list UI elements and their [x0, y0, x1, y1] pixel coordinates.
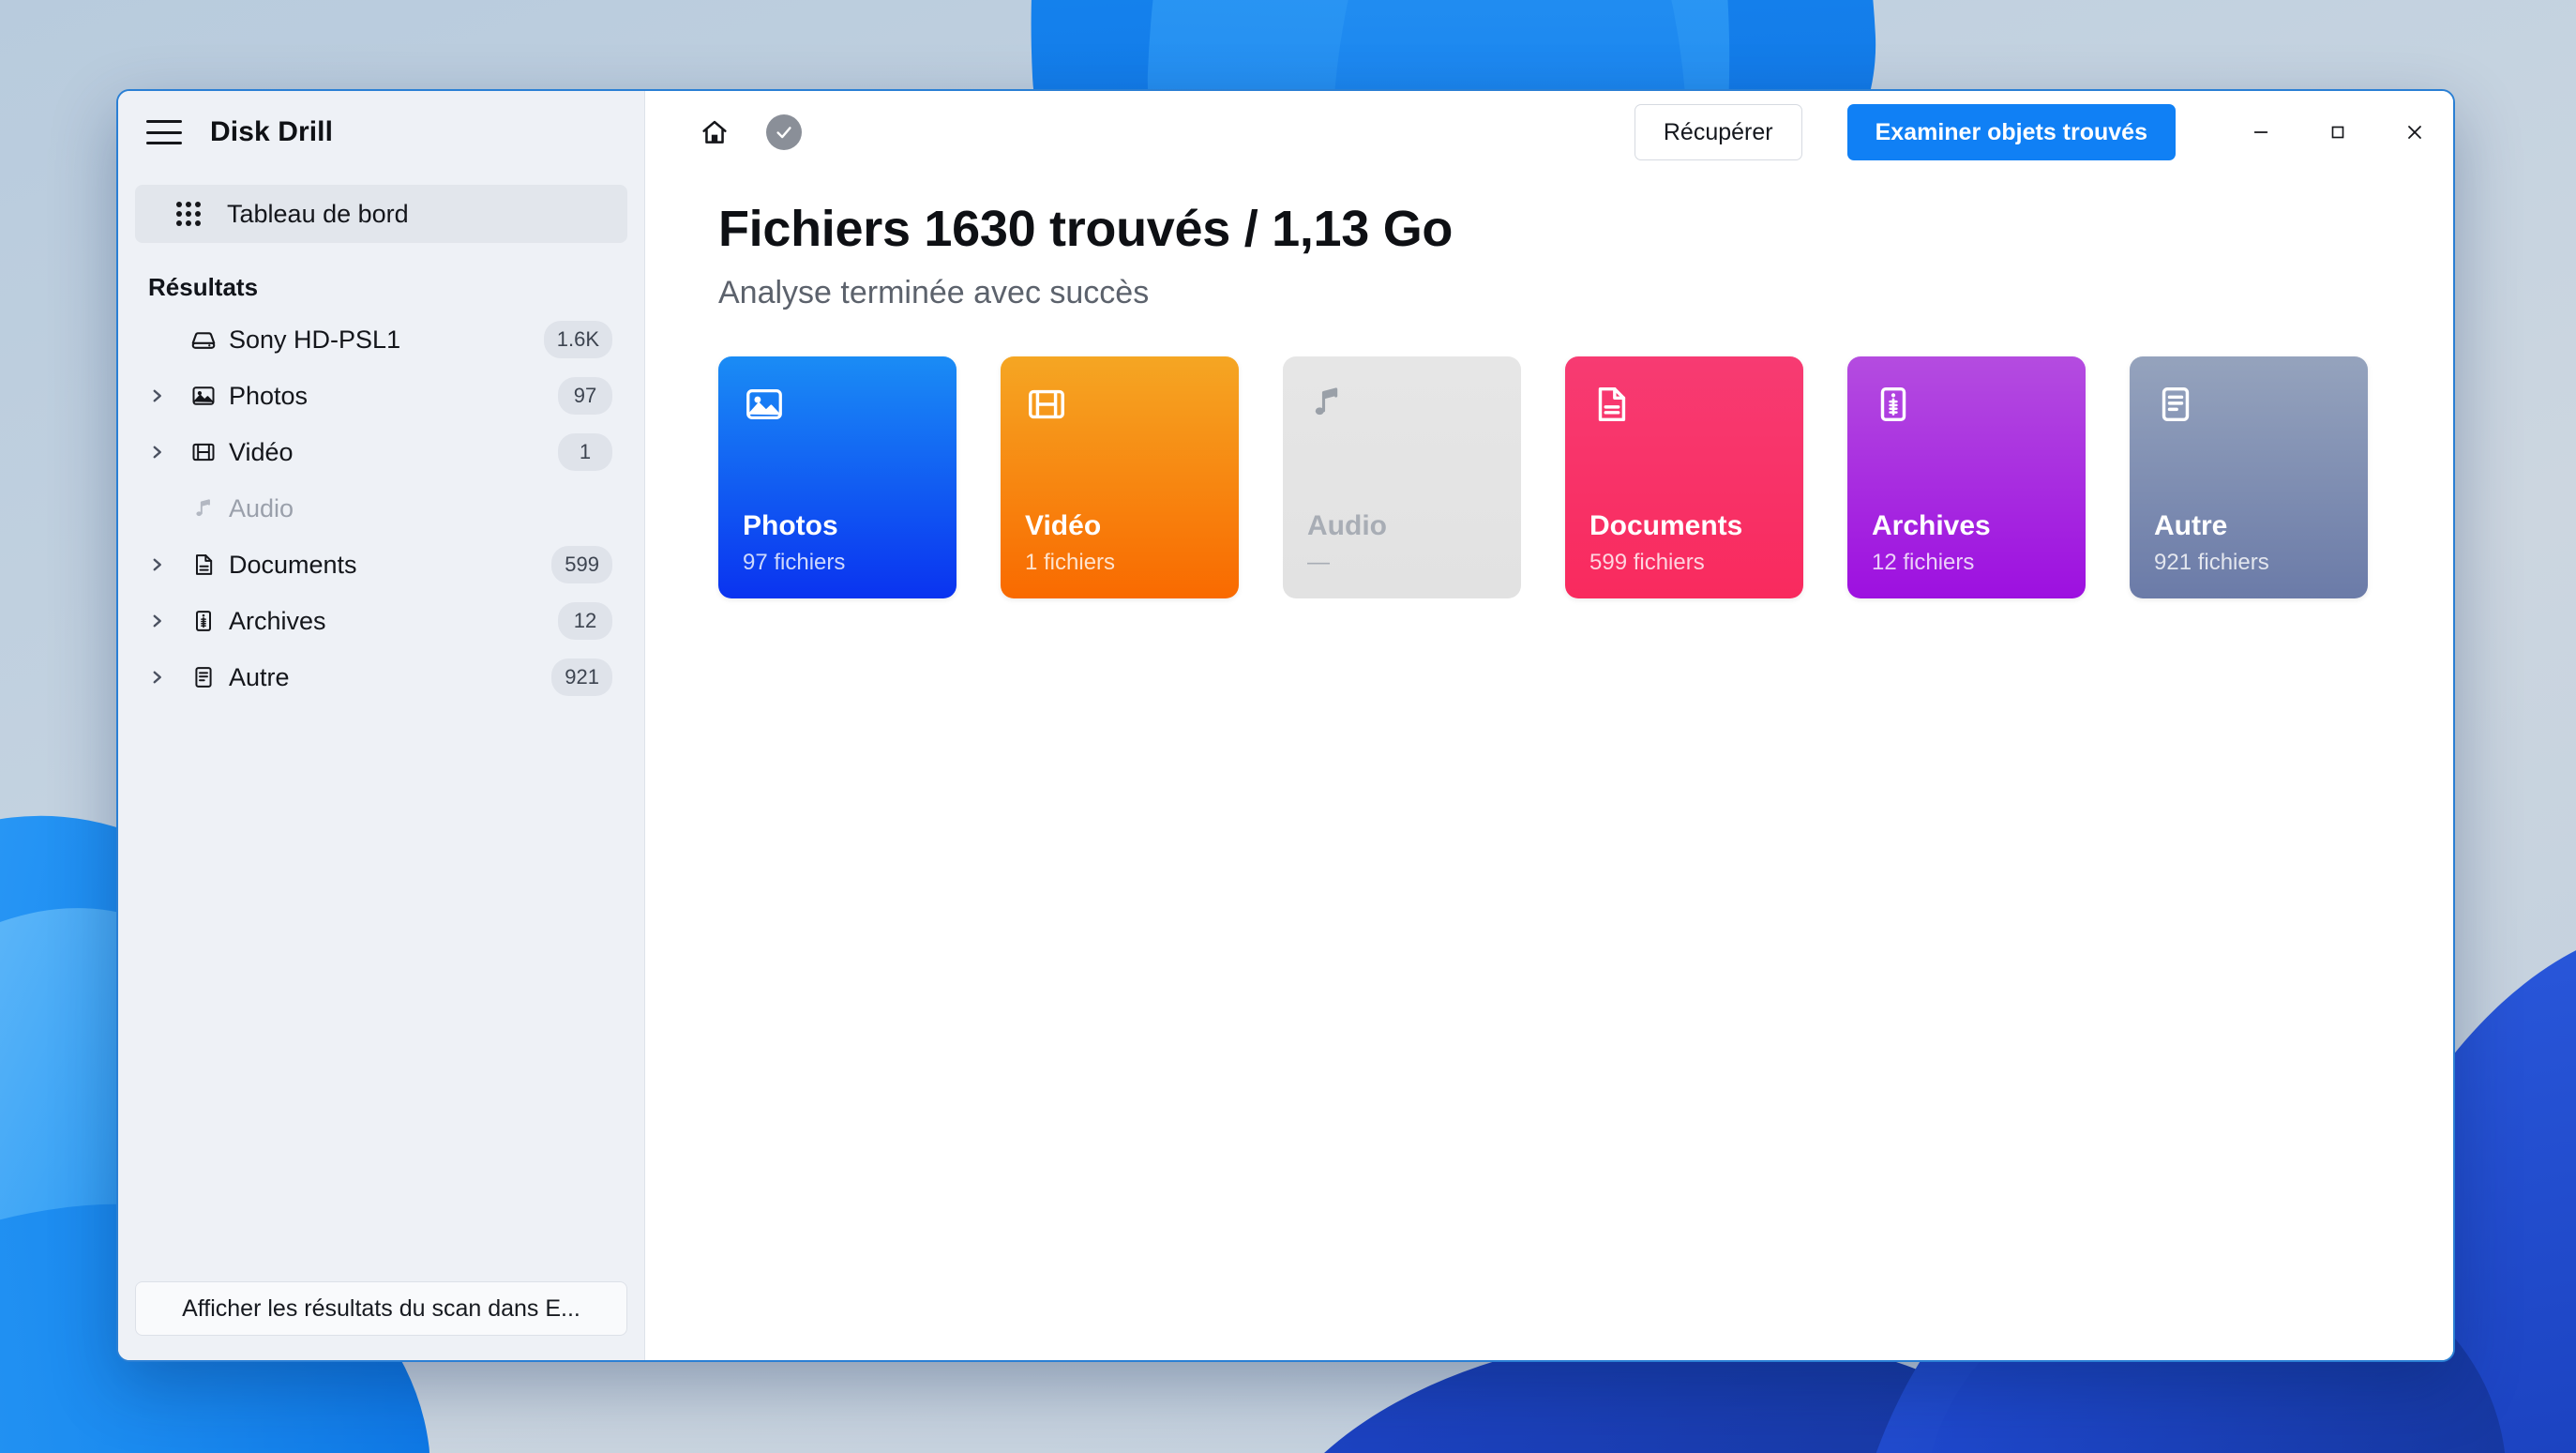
recover-button[interactable]: Récupérer — [1634, 104, 1802, 160]
card-title: Photos — [743, 510, 838, 541]
page-title: Fichiers 1630 trouvés / 1,13 Go — [718, 201, 1454, 257]
card-spacer — [1307, 441, 1497, 510]
sidebar-item-label: Tableau de bord — [227, 199, 409, 228]
sidebar-item-audio: Audio — [135, 480, 627, 537]
sidebar-item-dashboard[interactable]: Tableau de bord — [135, 185, 627, 243]
chevron-right-icon[interactable] — [135, 444, 178, 461]
sidebar-header: Disk Drill — [118, 91, 644, 174]
check-circle-icon[interactable] — [761, 110, 806, 155]
music-note-icon — [178, 496, 229, 521]
card-title: Audio — [1307, 510, 1387, 541]
toolbar: Récupérer Examiner objets trouvés — [645, 91, 2453, 174]
chevron-right-icon[interactable] — [135, 669, 178, 686]
card-subtitle: — — [1307, 550, 1330, 575]
sidebar-item-label: Autre — [229, 662, 290, 691]
minimize-button[interactable] — [2222, 91, 2299, 174]
card-subtitle: 599 fichiers — [1589, 550, 1705, 575]
sidebar-item-badge: 97 — [558, 377, 612, 415]
image-icon — [178, 383, 229, 409]
home-icon[interactable] — [692, 110, 737, 155]
sidebar-item-autre[interactable]: Autre 921 — [135, 649, 627, 705]
sidebar-item-label: Audio — [229, 493, 294, 522]
category-card-video[interactable]: Vidéo 1 fichiers — [1001, 356, 1239, 598]
sidebar-item-sony-hd-psl1[interactable]: Sony HD-PSL1 1.6K — [135, 311, 627, 368]
sidebar-results-list: Sony HD-PSL1 1.6K Photos 97 Vidéo 1 Audi… — [118, 311, 644, 705]
show-scan-results-button[interactable]: Afficher les résultats du scan dans E... — [135, 1281, 627, 1336]
sidebar-item-label: Sony HD-PSL1 — [229, 325, 401, 354]
file-lines-icon — [2154, 383, 2343, 441]
card-subtitle: 921 fichiers — [2154, 550, 2269, 575]
content-area: Récupérer Examiner objets trouvés Fichie… — [645, 91, 2453, 1360]
category-card-audio: Audio — — [1283, 356, 1521, 598]
chevron-right-icon[interactable] — [135, 387, 178, 404]
sidebar-item-video[interactable]: Vidéo 1 — [135, 424, 627, 480]
document-icon — [178, 552, 229, 578]
page-subtitle: Analyse terminée avec succès — [718, 275, 1150, 310]
card-title: Vidéo — [1025, 510, 1102, 541]
chevron-right-icon[interactable] — [135, 613, 178, 629]
card-spacer — [2154, 441, 2343, 510]
document-icon — [1589, 383, 1779, 441]
window-controls — [2222, 91, 2453, 174]
content-body: Fichiers 1630 trouvés / 1,13 Go Analyse … — [645, 174, 2453, 598]
category-card-autre[interactable]: Autre 921 fichiers — [2130, 356, 2368, 598]
sidebar-item-documents[interactable]: Documents 599 — [135, 537, 627, 593]
sidebar-item-label: Archives — [229, 606, 326, 635]
sidebar-item-label: Documents — [229, 550, 357, 579]
chevron-right-icon[interactable] — [135, 556, 178, 573]
sidebar-item-badge: 1.6K — [543, 321, 612, 358]
desktop-wallpaper: Disk Drill Tableau de bord Résultats Son… — [0, 0, 2576, 1453]
card-subtitle: 12 fichiers — [1872, 550, 1975, 575]
sidebar-item-archives[interactable]: Archives 12 — [135, 593, 627, 649]
music-note-icon — [1307, 383, 1497, 441]
sidebar-item-badge: 12 — [558, 602, 612, 640]
card-spacer — [1589, 441, 1779, 510]
app-title: Disk Drill — [210, 116, 334, 147]
sidebar-item-photos[interactable]: Photos 97 — [135, 368, 627, 424]
grid-icon — [176, 202, 201, 226]
category-card-documents[interactable]: Documents 599 fichiers — [1565, 356, 1803, 598]
file-lines-icon — [178, 664, 229, 690]
review-found-items-button[interactable]: Examiner objets trouvés — [1846, 104, 2176, 160]
film-icon — [1025, 383, 1214, 441]
sidebar-item-badge: 921 — [551, 658, 612, 696]
category-card-archives[interactable]: Archives 12 fichiers — [1847, 356, 2086, 598]
card-title: Archives — [1872, 510, 1991, 541]
card-subtitle: 97 fichiers — [743, 550, 846, 575]
card-spacer — [743, 441, 932, 510]
sidebar-item-label: Photos — [229, 381, 309, 410]
card-title: Documents — [1589, 510, 1743, 541]
sidebar-item-badge: 1 — [558, 433, 612, 471]
hamburger-menu-icon[interactable] — [146, 120, 182, 144]
hard-drive-icon — [178, 325, 229, 354]
image-icon — [743, 383, 932, 441]
card-spacer — [1872, 441, 2061, 510]
sidebar-item-label: Vidéo — [229, 437, 294, 466]
maximize-button[interactable] — [2299, 91, 2376, 174]
card-title: Autre — [2154, 510, 2228, 541]
card-subtitle: 1 fichiers — [1025, 550, 1116, 575]
film-icon — [178, 439, 229, 465]
sidebar-item-badge: 599 — [551, 546, 612, 583]
close-button[interactable] — [2376, 91, 2453, 174]
archive-zip-icon — [178, 608, 229, 634]
sidebar-section-title: Résultats — [148, 273, 259, 301]
sidebar-footer: Afficher les résultats du scan dans E... — [118, 1281, 644, 1360]
disk-drill-window: Disk Drill Tableau de bord Résultats Son… — [116, 89, 2455, 1362]
archive-zip-icon — [1872, 383, 2061, 441]
sidebar: Disk Drill Tableau de bord Résultats Son… — [118, 91, 645, 1360]
category-card-grid: Photos 97 fichiers Vidéo 1 fichiers Audi… — [718, 356, 2453, 598]
card-spacer — [1025, 441, 1214, 510]
category-card-photos[interactable]: Photos 97 fichiers — [718, 356, 957, 598]
status-badge — [766, 114, 802, 150]
